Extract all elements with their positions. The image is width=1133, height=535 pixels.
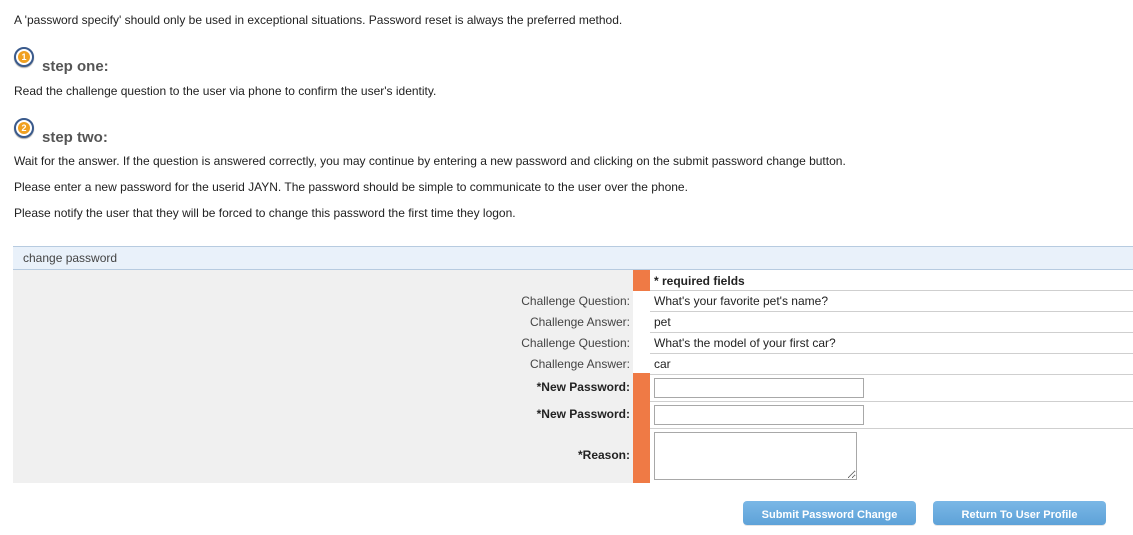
row-divider — [650, 332, 1133, 333]
challenge-question-1-label: Challenge Question: — [521, 294, 630, 308]
row-divider — [650, 374, 1133, 375]
row-divider — [650, 290, 1133, 291]
challenge-question-1-value: What's your favorite pet's name? — [654, 294, 828, 308]
panel-title: change password — [23, 251, 118, 265]
row-divider — [650, 353, 1133, 354]
new-password-label: *New Password: — [536, 380, 630, 394]
row-divider — [650, 401, 1133, 402]
challenge-question-2-label: Challenge Question: — [521, 336, 630, 350]
step-one-text: Read the challenge question to the user … — [14, 84, 437, 98]
step-two-title: step two: — [42, 129, 108, 146]
required-fields-note: * required fields — [654, 274, 745, 288]
reason-textarea[interactable] — [654, 432, 857, 480]
submit-password-change-button[interactable]: Submit Password Change — [743, 501, 916, 525]
confirm-password-label: *New Password: — [536, 407, 630, 421]
step-two-text: Wait for the answer. If the question is … — [14, 154, 846, 168]
reason-label: *Reason: — [577, 448, 630, 462]
step-number-1-icon: 1 — [14, 47, 34, 67]
challenge-answer-2-value: car — [654, 357, 671, 371]
marker-gap — [633, 291, 650, 373]
new-password-input[interactable] — [654, 378, 864, 398]
intro-text: A 'password specify' should only be used… — [14, 13, 623, 27]
userid-instruction: Please enter a new password for the user… — [14, 180, 688, 194]
change-password-panel-header: change password — [13, 246, 1133, 270]
step-number-2-icon: 2 — [14, 118, 34, 138]
step-one-title: step one: — [42, 58, 109, 75]
row-divider — [650, 311, 1133, 312]
challenge-answer-1-label: Challenge Answer: — [529, 315, 630, 329]
return-to-user-profile-button[interactable]: Return To User Profile — [933, 501, 1106, 525]
row-divider — [650, 428, 1133, 429]
confirm-password-input[interactable] — [654, 405, 864, 425]
challenge-answer-1-value: pet — [654, 315, 671, 329]
challenge-answer-2-label: Challenge Answer: — [529, 357, 630, 371]
notify-instruction: Please notify the user that they will be… — [14, 206, 516, 220]
challenge-question-2-value: What's the model of your first car? — [654, 336, 836, 350]
